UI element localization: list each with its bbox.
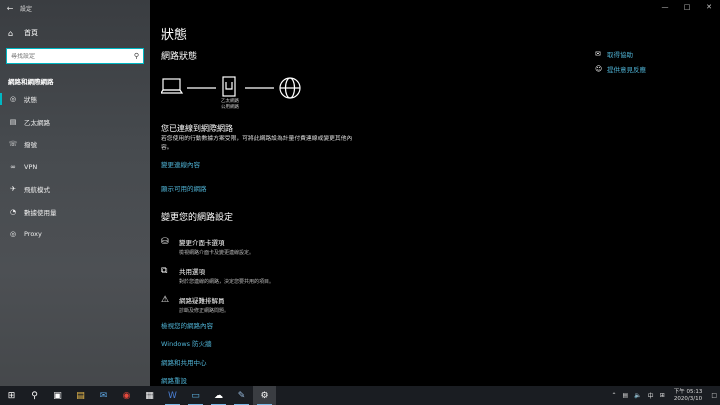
sidebar-item-label: 乙太網路 — [24, 118, 50, 127]
option-desc: 檢視網路介面卡及變更連線設定。 — [179, 250, 255, 256]
close-button[interactable]: ✕ — [698, 0, 720, 14]
volume-icon[interactable]: 🔈 — [634, 392, 641, 399]
start-button[interactable]: ⊞ — [0, 386, 23, 405]
chevron-up-icon[interactable]: ⌃ — [611, 392, 616, 399]
diagram-label: 乙太網路 公用網路 — [216, 99, 244, 111]
network-sharing-center-link[interactable]: 網路和共用中心 — [161, 357, 207, 367]
back-button[interactable]: ← — [0, 0, 20, 16]
time: 下午 05:13 — [673, 388, 703, 395]
terminal-icon[interactable]: ▦ — [138, 386, 161, 405]
globe-icon: ◎ — [9, 95, 17, 104]
app-icon[interactable]: ☁ — [207, 386, 230, 405]
minimize-button[interactable]: — — [654, 0, 676, 14]
vpn-icon: ∞ — [10, 162, 16, 171]
chrome-icon[interactable]: ◉ — [115, 386, 138, 405]
related-links: ✉ 取得協助 ☺ 提供意見反應 — [595, 46, 646, 76]
sidebar-item-label: VPN — [24, 162, 38, 171]
taskbar: ⊞ ⚲ ▣ ▤ ✉ ◉ ▦ W ▭ ☁ ✎ ⚙ ⌃ ▤ 🔈 中 ⊞ 下午 05:… — [0, 386, 720, 405]
globe-icon: ◎ — [9, 230, 17, 239]
airplane-icon: ✈ — [10, 185, 16, 194]
laptop-icon — [161, 78, 184, 94]
option-title: 變更介面卡選項 — [179, 239, 225, 247]
feedback-icon: ☺ — [595, 64, 603, 73]
globe-icon — [279, 77, 301, 99]
sidebar-item-vpn[interactable]: ∞ VPN — [0, 156, 150, 179]
remote-desktop-icon[interactable]: ▭ — [184, 386, 207, 405]
network-troubleshooter[interactable]: ⚠ 網路疑難排解員 診斷及修正網路問題。 — [161, 295, 229, 314]
give-feedback-link[interactable]: ☺ 提供意見反應 — [595, 61, 646, 76]
notification-icon[interactable]: □ — [711, 392, 717, 399]
ethernet-icon: ▤ — [9, 117, 17, 126]
file-explorer-icon[interactable]: ▤ — [69, 386, 92, 405]
network-profile: 公用網路 — [221, 105, 239, 110]
sidebar-item-label: 狀態 — [24, 96, 37, 105]
sidebar-item-label: 數據使用量 — [24, 208, 57, 217]
sidebar-item-dialup[interactable]: ☏ 撥號 — [0, 133, 150, 156]
adapter-icon: ⛁ — [161, 237, 169, 247]
sidebar-item-airplane[interactable]: ✈ 飛航模式 — [0, 178, 150, 201]
link-label: 取得協助 — [607, 50, 633, 59]
change-connection-properties-link[interactable]: 變更連線內容 — [161, 159, 200, 169]
search-icon[interactable]: ⚲ — [23, 386, 46, 405]
adapter-options[interactable]: ⛁ 變更介面卡選項 檢視網路介面卡及變更連線設定。 — [161, 237, 254, 256]
connection-status-text: 您已連線到網際網路 — [161, 124, 233, 133]
sidebar-item-status[interactable]: ◎ 狀態 — [0, 88, 150, 111]
task-view-icon[interactable]: ▣ — [46, 386, 69, 405]
help-icon: ✉ — [595, 49, 601, 58]
date: 2020/3/10 — [673, 395, 703, 402]
window-title: 設定 — [20, 5, 33, 13]
option-title: 共用選項 — [179, 268, 205, 276]
view-network-properties-link[interactable]: 檢視您的網路內容 — [161, 320, 213, 330]
show-available-networks-link[interactable]: 顯示可用的網路 — [161, 183, 207, 193]
main-content: — □ ✕ 狀態 網路狀態 乙太網路 公用網路 您已連線到網際網路 若您使用的行… — [150, 0, 720, 386]
get-help-link[interactable]: ✉ 取得協助 — [595, 46, 646, 61]
search-box[interactable]: ⚲ — [6, 48, 144, 64]
link-label: 提供意見反應 — [607, 65, 646, 74]
sidebar-item-proxy[interactable]: ◎ Proxy — [0, 223, 150, 246]
sidebar-item-ethernet[interactable]: ▤ 乙太網路 — [0, 111, 150, 134]
data-usage-icon: ◔ — [9, 207, 17, 216]
sidebar-item-label: 飛航模式 — [24, 186, 50, 195]
paint-icon[interactable]: ✎ — [230, 386, 253, 405]
ime-indicator[interactable]: 中 — [648, 391, 654, 400]
connection-description: 若您使用的行動數據方案受限，可將此網路設為計量付費連線或變更其他內容。 — [161, 136, 353, 151]
sidebar-item-label: 撥號 — [24, 141, 37, 150]
page-title: 狀態 — [161, 28, 188, 43]
ethernet-port-icon — [222, 76, 236, 97]
section-heading: 網路和網際網路 — [8, 78, 54, 86]
settings-icon[interactable]: ⚙ — [253, 386, 276, 405]
network-status-heading: 網路狀態 — [161, 52, 198, 62]
search-icon[interactable]: ⚲ — [134, 52, 139, 60]
option-title: 網路疑難排解員 — [179, 297, 225, 305]
sidebar-item-data-usage[interactable]: ◔ 數據使用量 — [0, 201, 150, 224]
home-nav[interactable]: ⌂ 首頁 — [0, 24, 150, 42]
option-desc: 對於您連線的網路，決定您要共用的項目。 — [179, 279, 275, 285]
search-input[interactable] — [11, 52, 134, 60]
home-icon: ⌂ — [8, 28, 14, 38]
maximize-button[interactable]: □ — [676, 0, 698, 14]
keyboard-icon[interactable]: ⊞ — [660, 392, 665, 399]
warning-icon: ⚠ — [161, 295, 170, 305]
sharing-icon: ⧉ — [161, 266, 168, 276]
change-settings-heading: 變更您的網路設定 — [161, 213, 234, 223]
network-reset-link[interactable]: 網路重設 — [161, 375, 187, 385]
home-label: 首頁 — [24, 29, 38, 37]
sidebar: ← 設定 ⌂ 首頁 ⚲ 網路和網際網路 ◎ 狀態 ▤ 乙太網路 ☏ 撥號 ∞ V… — [0, 0, 150, 386]
system-tray: ⌃ ▤ 🔈 中 ⊞ 下午 05:13 2020/3/10 □ — [608, 386, 720, 405]
network-icon[interactable]: ▤ — [623, 392, 629, 399]
windows-firewall-link[interactable]: Windows 防火牆 — [161, 338, 212, 348]
option-desc: 診斷及修正網路問題。 — [179, 308, 230, 314]
title-bar: ← 設定 — [0, 0, 150, 16]
word-icon[interactable]: W — [161, 386, 184, 405]
clock[interactable]: 下午 05:13 2020/3/10 — [674, 389, 703, 403]
window-controls: — □ ✕ — [654, 0, 720, 14]
phone-icon: ☏ — [8, 140, 18, 149]
mail-icon[interactable]: ✉ — [92, 386, 115, 405]
sidebar-item-label: Proxy — [24, 230, 42, 239]
sharing-options[interactable]: ⧉ 共用選項 對於您連線的網路，決定您要共用的項目。 — [161, 266, 274, 285]
